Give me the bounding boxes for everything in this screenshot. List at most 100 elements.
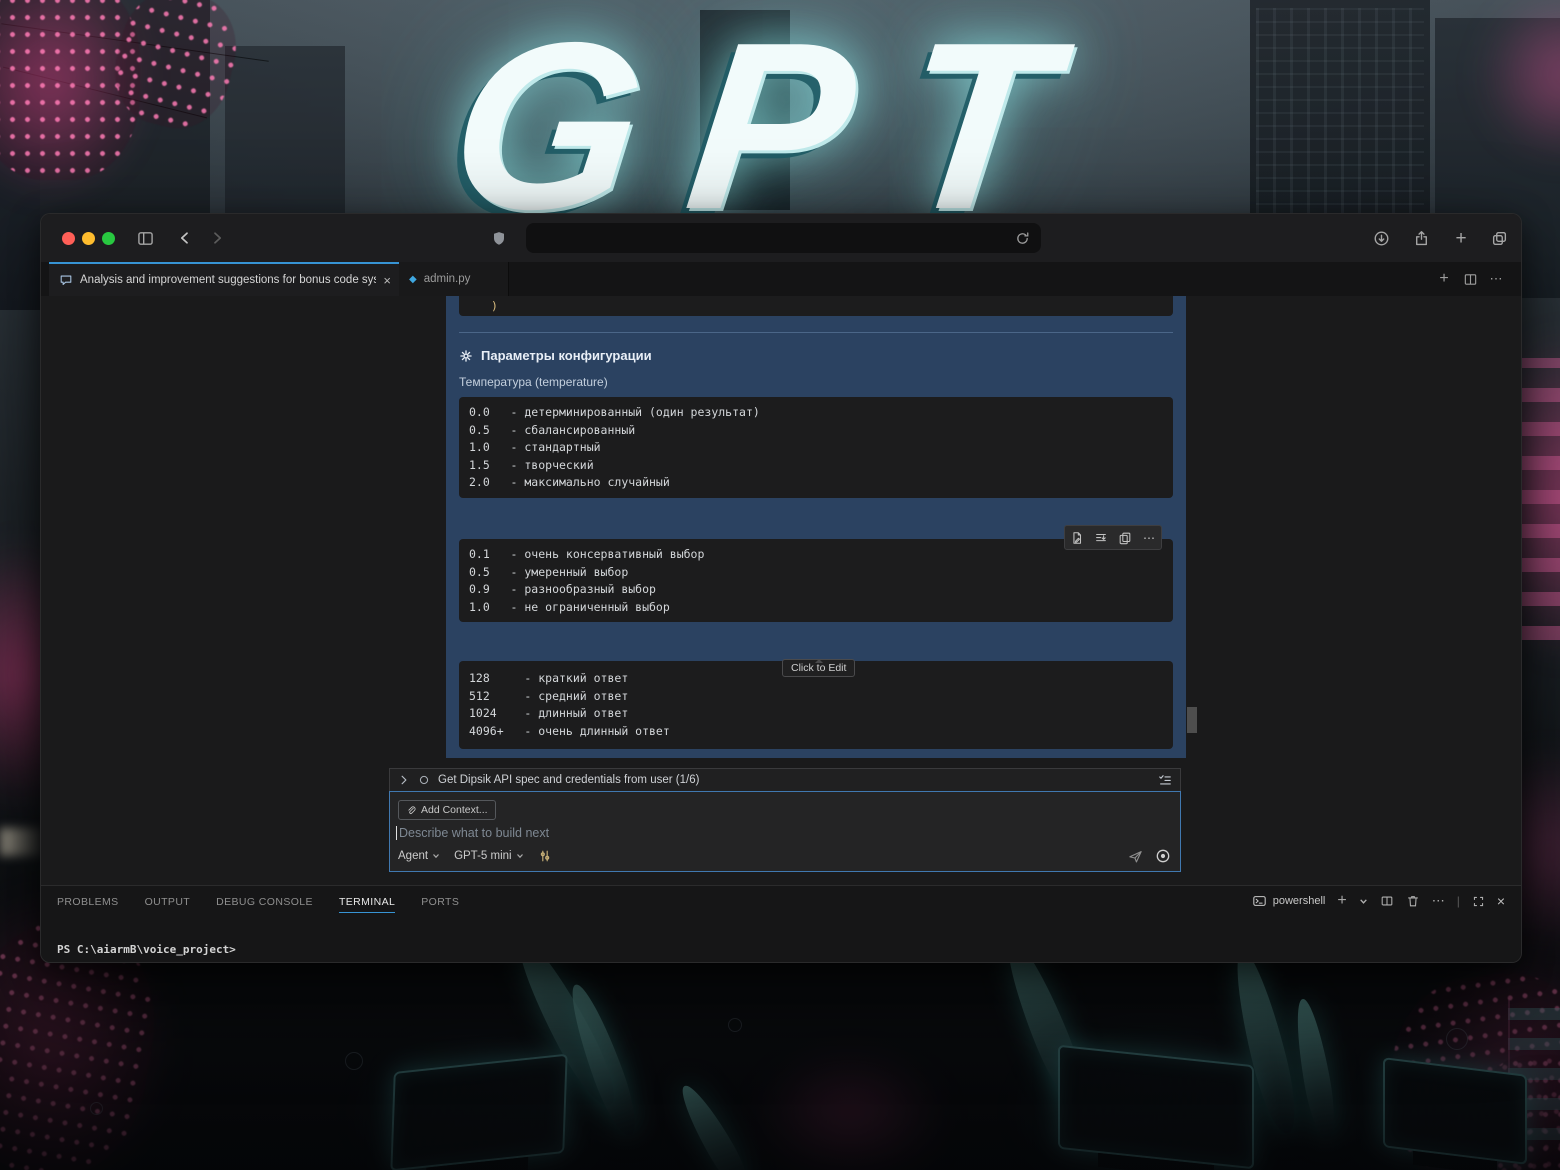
todo-list-row[interactable]: Get Dipsik API spec and credentials from…	[389, 768, 1181, 791]
tab-label: Analysis and improvement suggestions for…	[80, 274, 377, 286]
tools-icon[interactable]	[538, 849, 552, 863]
tab-problems[interactable]: PROBLEMS	[57, 896, 119, 913]
split-editor-button[interactable]	[1459, 268, 1481, 290]
code-line: 4096+ - очень длинный ответ	[469, 723, 670, 738]
terminal-panel: PROBLEMS OUTPUT DEBUG CONSOLE TERMINAL P…	[41, 885, 1521, 962]
editor-tab-bar: Analysis and improvement suggestions for…	[41, 262, 1521, 296]
forward-button[interactable]	[205, 227, 229, 249]
toolbar-divider: |	[1456, 894, 1460, 908]
temperature-label: Температура (temperature)	[459, 375, 608, 389]
model-label: GPT-5 mini	[454, 850, 512, 862]
terminal-prompt: PS C:\aiarmB\voice_project>	[57, 943, 236, 956]
todo-label: Get Dipsik API spec and credentials from…	[438, 774, 700, 786]
agent-mode-dropdown[interactable]: Agent	[398, 850, 440, 862]
section-header: Параметры конфигурации	[459, 348, 652, 363]
privacy-shield-button[interactable]	[487, 227, 511, 249]
new-editor-button[interactable]: +	[1433, 268, 1455, 290]
tab-admin-py[interactable]: ◆ admin.py	[399, 262, 509, 296]
close-panel-button[interactable]: ×	[1497, 894, 1505, 908]
more-actions-button[interactable]: ⋯	[1139, 528, 1159, 548]
split-terminal-icon[interactable]	[1380, 894, 1394, 908]
shield-icon	[494, 231, 504, 245]
reload-icon	[1016, 231, 1028, 244]
chevron-down-icon	[433, 854, 440, 859]
code-line: 1.5 - творческий	[469, 457, 594, 472]
downloads-button[interactable]	[1369, 227, 1393, 249]
paperclip-icon	[408, 805, 416, 814]
copy-button[interactable]	[1115, 528, 1135, 548]
text-cursor	[396, 826, 397, 840]
voice-record-icon[interactable]	[1155, 848, 1171, 864]
input-controls-row: Agent GPT-5 mini	[398, 848, 1171, 864]
top-p-code-block[interactable]: 0.1 - очень консервативный выбор 0.5 - у…	[459, 539, 1173, 622]
chat-input-field[interactable]: Describe what to build next	[396, 826, 549, 840]
code-block-partial[interactable]: )	[459, 296, 1173, 316]
back-button[interactable]	[173, 227, 197, 249]
maximize-panel-icon[interactable]	[1472, 895, 1485, 908]
new-terminal-button[interactable]: +	[1337, 893, 1346, 909]
reload-button[interactable]	[1011, 227, 1033, 249]
shell-label: powershell	[1272, 895, 1326, 907]
python-file-icon: ◆	[409, 273, 417, 285]
shell-list-item[interactable]: powershell	[1252, 894, 1326, 908]
apply-in-editor-button[interactable]	[1067, 528, 1087, 548]
chat-bubble-icon	[60, 275, 72, 285]
traffic-light-close[interactable]	[62, 231, 75, 245]
code-line: 0.5 - сбалансированный	[469, 422, 636, 437]
tab-overview-button[interactable]	[1487, 227, 1511, 249]
chat-editor-area: ) Параметры конфигурации Температура (te…	[41, 296, 1521, 885]
tab-ports[interactable]: PORTS	[421, 896, 459, 913]
insert-icon	[1096, 533, 1106, 541]
model-dropdown[interactable]: GPT-5 mini	[454, 850, 524, 862]
new-tab-button[interactable]: +	[1449, 227, 1473, 249]
tab-close-button[interactable]: ×	[383, 274, 391, 287]
section-divider	[459, 332, 1173, 333]
terminal-more-button[interactable]: ⋯	[1432, 893, 1445, 909]
chevron-right-icon	[401, 775, 407, 785]
scrollbar-thumb[interactable]	[1187, 707, 1197, 733]
traffic-light-minimize[interactable]	[82, 231, 95, 245]
code-line: 512 - средний ответ	[469, 688, 629, 703]
download-icon	[1374, 231, 1388, 245]
code-line: 0.0 - детерминированный (один результат)	[469, 405, 760, 419]
code-block-toolbar: ⋯	[1064, 525, 1162, 550]
tab-chat-session[interactable]: Analysis and improvement suggestions for…	[49, 262, 399, 296]
add-context-button[interactable]: Add Context...	[398, 800, 496, 820]
chevron-down-icon	[516, 854, 523, 859]
sidebar-toggle-button[interactable]	[133, 227, 157, 249]
tab-overview-icon	[1492, 231, 1506, 245]
todo-status-icon	[419, 775, 429, 785]
split-editor-icon	[1464, 273, 1476, 285]
code-line: 0.5 - умеренный выбор	[469, 564, 629, 579]
tab-output[interactable]: OUTPUT	[145, 896, 191, 913]
editor-more-button[interactable]: ⋯	[1485, 268, 1507, 290]
chevron-right-icon	[214, 232, 222, 244]
insert-at-cursor-button[interactable]	[1091, 528, 1111, 548]
code-line: )	[491, 299, 498, 313]
input-placeholder: Describe what to build next	[399, 826, 550, 840]
todo-list-icon[interactable]	[1158, 773, 1172, 787]
click-to-edit-tooltip: Click to Edit	[782, 659, 856, 677]
temperature-code-block[interactable]: 0.0 - детерминированный (один результат)…	[459, 397, 1173, 498]
sidebar-icon	[137, 231, 153, 245]
terminal-actions: powershell + ⋯ | ×	[1252, 893, 1505, 909]
chat-input-box[interactable]: Add Context... Describe what to build ne…	[389, 791, 1181, 872]
desktop: GPT	[0, 0, 1560, 1170]
panel-tabs: PROBLEMS OUTPUT DEBUG CONSOLE TERMINAL P…	[57, 896, 459, 913]
code-line: 1024 - длинный ответ	[469, 706, 629, 720]
tab-debug-console[interactable]: DEBUG CONSOLE	[216, 896, 313, 913]
send-icon[interactable]	[1128, 849, 1143, 864]
code-line: 1.0 - стандартный	[469, 440, 601, 454]
trash-icon[interactable]	[1406, 894, 1420, 908]
address-bar[interactable]	[526, 223, 1041, 253]
share-button[interactable]	[1409, 227, 1433, 249]
gear-icon	[460, 349, 472, 362]
add-context-label: Add Context...	[421, 804, 488, 816]
app-window: + Analysis and improvement suggestions f…	[40, 213, 1522, 963]
terminal-icon	[1253, 896, 1266, 906]
traffic-light-zoom[interactable]	[102, 231, 115, 245]
code-line: 2.0 - максимально случайный	[469, 475, 670, 489]
code-line: 1.0 - не ограниченный выбор	[469, 599, 670, 614]
chevron-down-icon[interactable]	[1359, 897, 1368, 906]
tab-terminal[interactable]: TERMINAL	[338, 896, 396, 913]
